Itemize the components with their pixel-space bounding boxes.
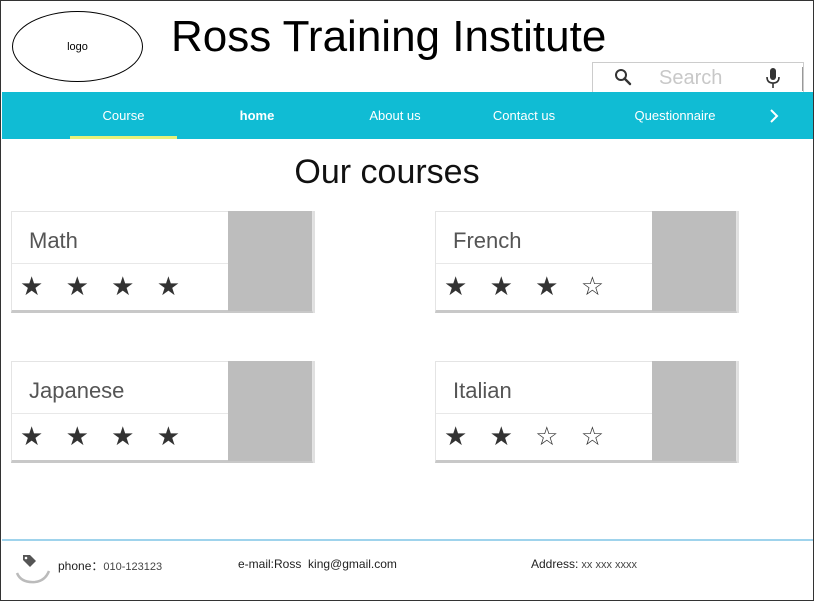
tab-questionnaire[interactable]: Questionnaire bbox=[620, 92, 730, 139]
course-card-japanese[interactable]: Japanese ★ ★ ★ ★ bbox=[11, 361, 313, 463]
tab-label: Questionnaire bbox=[634, 108, 716, 123]
card-divider bbox=[12, 263, 228, 264]
tab-label: Contact us bbox=[492, 108, 556, 123]
chevron-right-icon[interactable] bbox=[762, 104, 786, 128]
phone-value: 010-123123 bbox=[103, 561, 163, 573]
search-bar bbox=[592, 62, 804, 92]
footer-email: e-mail:Ross king@gmail.com bbox=[238, 557, 397, 571]
search-divider bbox=[802, 67, 803, 91]
tab-label: Course bbox=[102, 108, 145, 123]
course-name: Italian bbox=[453, 378, 512, 403]
star-rating: ★ ★ ☆ ☆ bbox=[444, 422, 612, 452]
star-rating: ★ ★ ★ ☆ bbox=[444, 272, 612, 302]
tab-label: About us bbox=[369, 108, 421, 123]
course-name: Math bbox=[29, 228, 78, 253]
tab-home[interactable]: home bbox=[207, 92, 307, 139]
course-image-placeholder bbox=[228, 361, 312, 461]
footer-address: Address: xx xxx xxxx bbox=[531, 557, 637, 571]
tab-course[interactable]: Course bbox=[70, 92, 177, 139]
microphone-icon[interactable] bbox=[765, 67, 781, 89]
tab-label: home bbox=[239, 108, 275, 123]
card-divider bbox=[436, 413, 652, 414]
page-frame: logo Ross Training Institute Course home… bbox=[0, 0, 814, 601]
course-card-math[interactable]: Math ★ ★ ★ ★ bbox=[11, 211, 313, 313]
footer-phone: phone：010-123123 bbox=[58, 557, 162, 574]
section-title: Our courses bbox=[294, 153, 480, 191]
footer-divider bbox=[2, 539, 813, 541]
course-name: French bbox=[453, 228, 522, 253]
course-image-placeholder bbox=[652, 361, 736, 461]
star-rating: ★ ★ ★ ★ bbox=[20, 272, 188, 302]
search-icon[interactable] bbox=[613, 67, 633, 87]
logo-text: logo bbox=[67, 40, 88, 53]
course-card-italian[interactable]: Italian ★ ★ ☆ ☆ bbox=[435, 361, 737, 463]
course-card-french[interactable]: French ★ ★ ★ ☆ bbox=[435, 211, 737, 313]
logo[interactable]: logo bbox=[12, 11, 143, 82]
tab-contact-us[interactable]: Contact us bbox=[474, 92, 574, 139]
site-title: Ross Training Institute bbox=[171, 12, 607, 61]
tab-about-us[interactable]: About us bbox=[345, 92, 445, 139]
active-tab-indicator bbox=[70, 136, 177, 139]
email-value[interactable]: Ross king@gmail.com bbox=[274, 557, 397, 571]
search-input[interactable] bbox=[659, 66, 759, 90]
course-name: Japanese bbox=[29, 378, 125, 403]
phone-label: phone： bbox=[58, 559, 104, 573]
card-divider bbox=[12, 413, 228, 414]
card-divider bbox=[436, 263, 652, 264]
nav-bar: Course home About us Contact us Question… bbox=[2, 92, 813, 139]
course-image-placeholder bbox=[228, 211, 312, 311]
course-image-placeholder bbox=[652, 211, 736, 311]
email-label: e-mail: bbox=[238, 557, 275, 571]
address-label: Address: bbox=[531, 557, 579, 571]
star-rating: ★ ★ ★ ★ bbox=[20, 422, 188, 452]
tag-icon bbox=[15, 555, 51, 584]
address-value: xx xxx xxxx bbox=[578, 559, 638, 571]
